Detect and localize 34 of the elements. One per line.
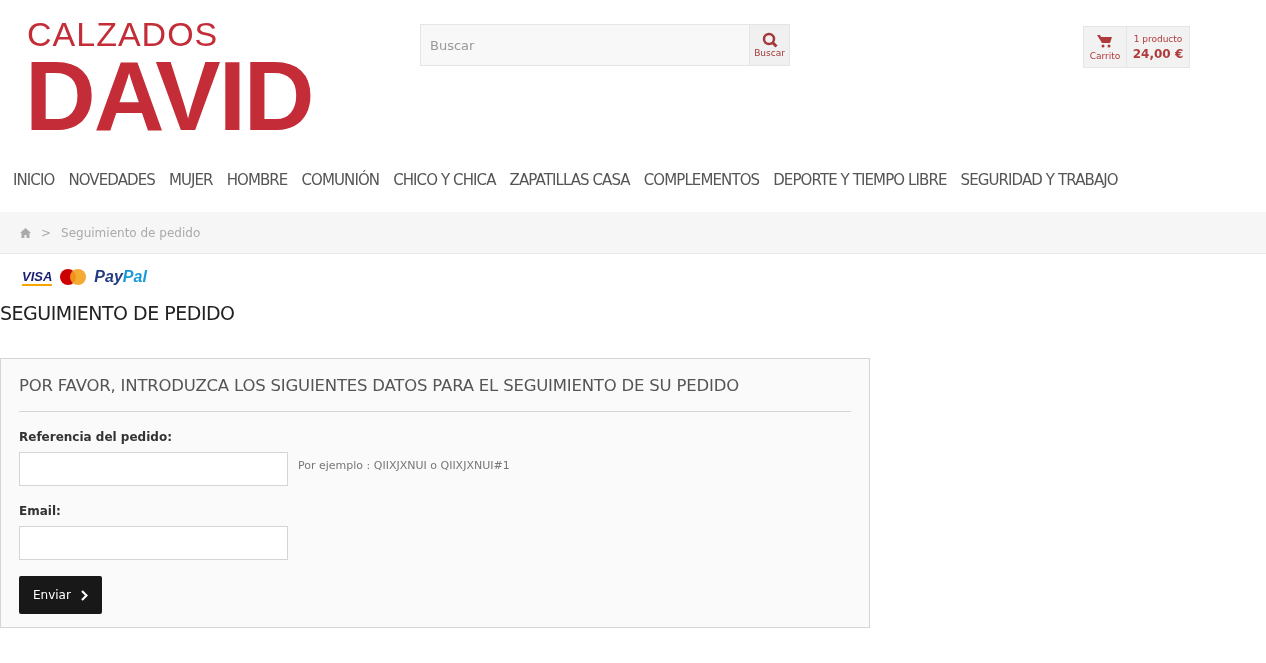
paypal-logo: PayPal <box>94 268 147 286</box>
field-label: Email: <box>19 504 62 518</box>
input-field[interactable] <box>19 526 288 560</box>
cart-count: 1 producto <box>1133 33 1183 44</box>
visa-logo: VISA <box>22 268 53 286</box>
nav-link[interactable]: ZAPATILLAS CASA <box>509 171 630 189</box>
submit-button[interactable]: Enviar <box>19 576 102 614</box>
input-field[interactable] <box>19 452 288 486</box>
field-label: Referencia del pedido: <box>19 430 173 444</box>
nav-link[interactable]: COMUNIÓN <box>301 171 380 189</box>
form-heading: POR FAVOR, INTRODUZCA LOS SIGUIENTES DATOS PARA EL SEGUIMIENTO DE SU PEDIDO <box>19 376 851 412</box>
search-field[interactable]: Buscar Buscar <box>420 24 790 66</box>
nav-link[interactable]: MUJER <box>168 171 213 189</box>
nav-link[interactable]: HOMBRE <box>226 171 288 189</box>
nav-link[interactable]: DEPORTE Y TIEMPO LIBRE <box>773 171 947 189</box>
field-hint: Por ejemplo : QIIXJXNUI o QIIXJXNUI#1 <box>298 458 510 472</box>
card-brand-icon <box>58 268 89 286</box>
search-button[interactable]: Buscar <box>749 25 789 65</box>
cart-label: Carrito <box>1089 50 1121 61</box>
nav-link[interactable]: NOVEDADES <box>68 171 155 189</box>
chevron-right-icon <box>80 589 88 601</box>
search-icon <box>761 32 778 48</box>
cart-total: 24,00 € <box>1132 46 1184 61</box>
nav-link[interactable]: SEGURIDAD Y TRABAJO <box>960 171 1118 189</box>
cart-icon <box>1097 33 1113 48</box>
store-logo[interactable]: CALZADOS DAVID <box>25 15 330 140</box>
page-title: SEGUIMIENTO DE PEDIDO <box>0 302 236 324</box>
nav-link[interactable]: COMPLEMENTOS <box>643 171 760 189</box>
home-icon[interactable] <box>20 227 31 238</box>
cart-widget[interactable]: Carrito 1 producto 24,00 € <box>1083 26 1190 68</box>
nav-link[interactable]: INICIO <box>13 171 55 189</box>
breadcrumb-current: Seguimiento de pedido <box>61 225 201 240</box>
breadcrumb-separator: > <box>41 225 52 240</box>
nav-link[interactable]: CHICO Y CHICA <box>393 171 496 189</box>
